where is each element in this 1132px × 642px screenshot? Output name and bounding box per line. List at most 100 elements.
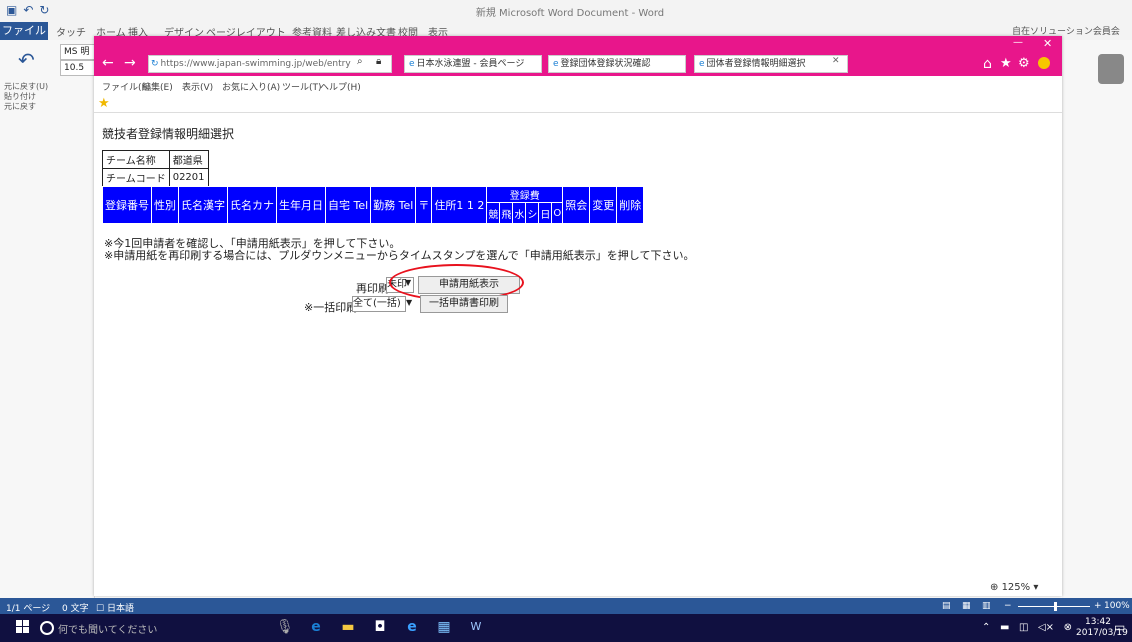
team-name-value: 都道県 bbox=[168, 150, 209, 169]
clock-time[interactable]: 13:42 bbox=[1085, 617, 1111, 627]
browser-tab-label: 日本水泳連盟 - 会員ページ bbox=[416, 59, 525, 69]
ie-logo-icon: e bbox=[699, 59, 705, 69]
batch-print-select[interactable]: 全て(一括) bbox=[352, 296, 406, 312]
zoom-slider-handle[interactable] bbox=[1054, 602, 1057, 611]
show-hidden-icons[interactable]: ⌃ bbox=[982, 622, 990, 633]
browser-titlebar bbox=[94, 36, 1062, 52]
menu-help[interactable]: ヘルプ(H) bbox=[320, 80, 361, 93]
restore-label: 元に戻す bbox=[4, 102, 36, 111]
zoom-out-icon[interactable]: − bbox=[1004, 601, 1012, 611]
add-favorite-star-icon[interactable]: ★ bbox=[98, 96, 110, 111]
header-home-tel: 自宅 Tel bbox=[324, 186, 372, 224]
header-work-tel: 勤務 Tel bbox=[370, 186, 417, 224]
paste-label: 貼り付け bbox=[4, 92, 36, 101]
ime-icon[interactable]: ⊗ bbox=[1064, 622, 1072, 633]
status-language[interactable]: ☐ 日本語 bbox=[96, 601, 134, 614]
batch-print-button[interactable]: 一括申請書印刷 bbox=[420, 295, 508, 313]
store-icon[interactable]: ◘ bbox=[372, 619, 388, 635]
file-explorer-icon[interactable]: ▬ bbox=[340, 619, 356, 635]
menu-favorites[interactable]: お気に入り(A) bbox=[222, 80, 280, 93]
redo-icon[interactable]: ↻ bbox=[39, 3, 49, 17]
menu-view[interactable]: 表示(V) bbox=[182, 80, 213, 93]
address-bar[interactable]: ↻ https://www.japan-swimming.jp/web/entry bbox=[148, 55, 392, 73]
team-code-label: チームコード bbox=[102, 168, 170, 187]
print-layout-icon[interactable]: ▦ bbox=[962, 601, 971, 611]
reprint-label: 再印刷 bbox=[356, 282, 389, 295]
word-icon[interactable]: W bbox=[468, 619, 484, 635]
team-code-value: 02201 bbox=[168, 168, 209, 187]
tab-close-icon[interactable]: ✕ bbox=[832, 56, 840, 66]
header-change: 変更 bbox=[589, 186, 618, 224]
chevron-down-icon[interactable]: ▼ bbox=[406, 298, 412, 307]
favorites-star-icon[interactable]: ★ bbox=[1000, 56, 1012, 71]
undo-large-icon[interactable]: ↶ bbox=[18, 48, 35, 72]
refresh-icon[interactable]: ↻ bbox=[149, 59, 161, 69]
ie-logo-icon: e bbox=[409, 59, 415, 69]
browser-zoom-level[interactable]: ⊕ 125% ▾ bbox=[990, 582, 1038, 593]
back-arrow-icon[interactable]: ← bbox=[102, 55, 114, 71]
app-icon[interactable]: ▦ bbox=[436, 619, 452, 635]
windows-start-icon[interactable] bbox=[16, 620, 30, 634]
status-language-label: 日本語 bbox=[106, 604, 134, 614]
browser-tab-2[interactable]: e 登録団体登録状況確認 bbox=[548, 55, 686, 73]
zoom-icon: ⊕ bbox=[990, 582, 1002, 593]
browser-tab-active[interactable]: e 団体者登録情報明細選択 bbox=[694, 55, 848, 73]
word-quick-access-toolbar[interactable]: ▣ ↶ ↻ bbox=[6, 3, 49, 17]
header-name-kana: 氏名カナ bbox=[227, 186, 277, 224]
browser-tab-label: 登録団体登録状況確認 bbox=[560, 59, 651, 69]
minimize-icon[interactable]: — bbox=[1013, 37, 1023, 48]
word-file-tab[interactable]: ファイル bbox=[0, 22, 48, 40]
taskbar bbox=[0, 614, 1132, 642]
browser-tab-label: 団体者登録情報明細選択 bbox=[706, 59, 806, 69]
address-url[interactable]: https://www.japan-swimming.jp/web/entry bbox=[161, 59, 351, 69]
zoom-in-icon[interactable]: + bbox=[1094, 601, 1102, 611]
team-info-table: チーム名称 都道県 チームコード 02201 bbox=[102, 150, 209, 187]
header-name-kanji: 氏名漢字 bbox=[178, 186, 228, 224]
header-birthdate: 生年月日 bbox=[276, 186, 326, 224]
feedback-smiley-icon[interactable] bbox=[1038, 57, 1050, 69]
reg-sub-2: 飛 bbox=[499, 202, 514, 224]
cortana-icon[interactable] bbox=[40, 621, 54, 635]
header-inquiry: 照会 bbox=[562, 186, 591, 224]
edge-icon[interactable]: e bbox=[308, 619, 324, 635]
close-icon[interactable]: ✕ bbox=[1043, 37, 1052, 50]
system-tray[interactable]: ⌃ ▬ ◫ ◁× ⊗ bbox=[982, 622, 1072, 633]
lock-icon[interactable]: 🔒︎ bbox=[376, 56, 381, 67]
gear-icon[interactable]: ⚙ bbox=[1018, 56, 1030, 71]
forward-arrow-icon[interactable]: → bbox=[124, 55, 136, 71]
home-icon[interactable]: ⌂ bbox=[983, 56, 992, 72]
save-icon[interactable]: ▣ bbox=[6, 3, 17, 17]
volume-icon[interactable]: ◁× bbox=[1038, 622, 1054, 633]
action-center-icon[interactable]: ▭ bbox=[1114, 620, 1125, 634]
word-ribbon-button[interactable] bbox=[1098, 54, 1124, 84]
menu-edit[interactable]: 編集(E) bbox=[142, 80, 173, 93]
page-title: 競技者登録情報明細選択 bbox=[102, 127, 235, 141]
taskbar-search-box[interactable]: 何でも聞いてください bbox=[58, 621, 157, 636]
word-window-title: 新規 Microsoft Word Document - Word bbox=[475, 8, 665, 19]
search-icon[interactable]: ⌕ bbox=[357, 56, 363, 67]
word-ribbon-left bbox=[0, 40, 95, 598]
batch-print-label: ※一括印刷 bbox=[304, 301, 358, 314]
ie-logo-icon: e bbox=[553, 59, 559, 69]
instruction-note-2: ※申請用紙を再印刷する場合には、プルダウンメニューからタイムスタンプを選んで「申… bbox=[104, 249, 695, 262]
header-postal: 〒 bbox=[415, 186, 433, 224]
status-page[interactable]: 1/1 ページ bbox=[6, 601, 50, 614]
header-reg-number: 登録番号 bbox=[102, 186, 152, 224]
network-icon[interactable]: ◫ bbox=[1019, 622, 1028, 633]
internet-explorer-icon[interactable]: e bbox=[404, 619, 420, 635]
ribbon-tab-touch[interactable]: タッチ bbox=[56, 24, 86, 39]
status-zoom-level[interactable]: 100% bbox=[1104, 601, 1130, 611]
mic-icon[interactable]: 🎙︎ bbox=[276, 619, 294, 635]
web-layout-icon[interactable]: ▥ bbox=[982, 601, 991, 611]
browser-window bbox=[94, 36, 1062, 596]
status-words[interactable]: 0 文字 bbox=[62, 601, 89, 614]
read-mode-icon[interactable]: ▤ bbox=[942, 601, 951, 611]
header-reg-fee: 登録費 bbox=[486, 186, 564, 203]
menu-tools[interactable]: ツール(T) bbox=[282, 80, 322, 93]
reg-sub-1: 競 bbox=[486, 202, 501, 224]
undo-icon[interactable]: ↶ bbox=[23, 3, 33, 17]
browser-tab-1[interactable]: e 日本水泳連盟 - 会員ページ bbox=[404, 55, 542, 73]
content-divider bbox=[94, 112, 1062, 113]
header-gender: 性別 bbox=[151, 186, 179, 224]
battery-icon[interactable]: ▬ bbox=[1000, 622, 1009, 633]
